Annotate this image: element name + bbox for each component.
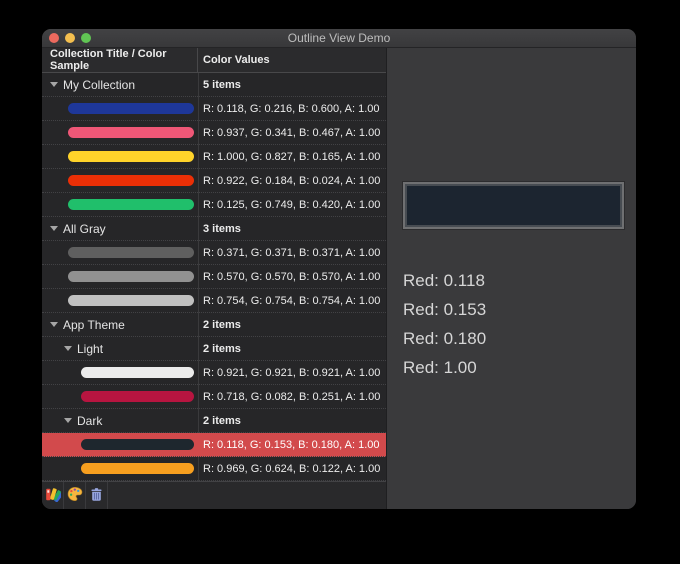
window-title: Outline View Demo	[42, 29, 636, 47]
palette-icon	[67, 486, 83, 505]
title-cell	[42, 361, 198, 384]
disclosure-triangle-icon[interactable]	[64, 418, 72, 423]
group-label: Light	[77, 342, 103, 356]
column-header-title[interactable]: Collection Title / Color Sample	[42, 48, 198, 72]
color-values-cell: R: 0.570, G: 0.570, B: 0.570, A: 1.00	[198, 271, 386, 283]
group-label: All Gray	[63, 222, 106, 236]
title-cell: All Gray	[42, 217, 198, 240]
color-swatch-pill	[68, 295, 194, 306]
title-cell	[42, 145, 198, 168]
color-values-cell: 2 items	[198, 319, 386, 331]
color-swatch-pill	[68, 199, 194, 210]
disclosure-triangle-icon[interactable]	[50, 82, 58, 87]
title-cell	[42, 241, 198, 264]
color-swatch-pill	[68, 151, 194, 162]
outline-color-row[interactable]: R: 0.922, G: 0.184, B: 0.024, A: 1.00	[42, 169, 386, 193]
color-swatch-pill	[81, 439, 194, 450]
outline-group-row[interactable]: App Theme 2 items	[42, 313, 386, 337]
title-cell	[42, 193, 198, 216]
outline-color-row[interactable]: R: 0.118, G: 0.153, B: 0.180, A: 1.00	[42, 433, 386, 457]
color-values-cell: 3 items	[198, 223, 386, 235]
color-values-cell: R: 0.118, G: 0.153, B: 0.180, A: 1.00	[198, 439, 386, 451]
disclosure-triangle-icon[interactable]	[64, 346, 72, 351]
column-header-values[interactable]: Color Values	[198, 48, 386, 72]
color-values-cell: R: 0.969, G: 0.624, B: 0.122, A: 1.00	[198, 463, 386, 475]
outline-color-row[interactable]: R: 0.969, G: 0.624, B: 0.122, A: 1.00	[42, 457, 386, 481]
group-label: App Theme	[63, 318, 125, 332]
disclosure-triangle-icon[interactable]	[50, 322, 58, 327]
color-swatch-pill	[68, 271, 194, 282]
split-view: Collection Title / Color Sample Color Va…	[42, 48, 636, 509]
color-swatch-pill	[68, 247, 194, 258]
outline-view-panel: Collection Title / Color Sample Color Va…	[42, 48, 387, 509]
title-cell	[42, 169, 198, 192]
outline-color-row[interactable]: R: 0.125, G: 0.749, B: 0.420, A: 1.00	[42, 193, 386, 217]
color-component-labels: Red: 0.118 Red: 0.153 Red: 0.180 Red: 1.…	[403, 266, 486, 382]
title-cell: My Collection	[42, 73, 198, 96]
color-swatch-pill	[81, 463, 194, 474]
alpha-value-label: Red: 1.00	[403, 353, 486, 382]
outline-color-row[interactable]: R: 0.371, G: 0.371, B: 0.371, A: 1.00	[42, 241, 386, 265]
outline-color-row[interactable]: R: 0.754, G: 0.754, B: 0.754, A: 1.00	[42, 289, 386, 313]
color-values-cell: R: 0.937, G: 0.341, B: 0.467, A: 1.00	[198, 127, 386, 139]
color-values-cell: 2 items	[198, 415, 386, 427]
outline-group-row[interactable]: Light 2 items	[42, 337, 386, 361]
delete-item-button[interactable]	[86, 482, 108, 509]
color-values-cell: R: 0.922, G: 0.184, B: 0.024, A: 1.00	[198, 175, 386, 187]
toolbar-spacer	[108, 482, 386, 509]
outline-rows: My Collection 5 items R: 0.118, G: 0.216, …	[42, 73, 386, 481]
title-cell	[42, 385, 198, 408]
title-cell	[42, 457, 198, 480]
color-swatch-pill	[68, 175, 194, 186]
color-swatch-pill	[68, 103, 194, 114]
title-cell	[42, 433, 198, 456]
outline-group-row[interactable]: My Collection 5 items	[42, 73, 386, 97]
detail-panel: Red: 0.118 Red: 0.153 Red: 0.180 Red: 1.…	[387, 48, 636, 509]
group-label: Dark	[77, 414, 102, 428]
outline-color-row[interactable]: R: 0.118, G: 0.216, B: 0.600, A: 1.00	[42, 97, 386, 121]
column-header: Collection Title / Color Sample Color Va…	[42, 48, 386, 73]
outline-color-row[interactable]: R: 0.921, G: 0.921, B: 0.921, A: 1.00	[42, 361, 386, 385]
title-cell: Dark	[42, 409, 198, 432]
title-cell	[42, 121, 198, 144]
color-values-cell: R: 0.118, G: 0.216, B: 0.600, A: 1.00	[198, 103, 386, 115]
color-swatch-pill	[68, 127, 194, 138]
bottom-toolbar	[42, 481, 386, 509]
color-values-cell: R: 0.371, G: 0.371, B: 0.371, A: 1.00	[198, 247, 386, 259]
title-cell	[42, 97, 198, 120]
title-cell	[42, 265, 198, 288]
title-cell: App Theme	[42, 313, 198, 336]
swatches-icon	[45, 486, 61, 505]
outline-color-row[interactable]: R: 0.937, G: 0.341, B: 0.467, A: 1.00	[42, 121, 386, 145]
outline-group-row[interactable]: All Gray 3 items	[42, 217, 386, 241]
color-swatch-pill	[81, 367, 194, 378]
color-values-cell: R: 0.125, G: 0.749, B: 0.420, A: 1.00	[198, 199, 386, 211]
color-values-cell: R: 0.754, G: 0.754, B: 0.754, A: 1.00	[198, 295, 386, 307]
color-values-cell: 2 items	[198, 343, 386, 355]
title-cell	[42, 289, 198, 312]
outline-color-row[interactable]: R: 1.000, G: 0.827, B: 0.165, A: 1.00	[42, 145, 386, 169]
color-values-cell: R: 1.000, G: 0.827, B: 0.165, A: 1.00	[198, 151, 386, 163]
outline-color-row[interactable]: R: 0.570, G: 0.570, B: 0.570, A: 1.00	[42, 265, 386, 289]
disclosure-triangle-icon[interactable]	[50, 226, 58, 231]
add-collection-button[interactable]	[42, 482, 64, 509]
group-label: My Collection	[63, 78, 135, 92]
color-values-cell: 5 items	[198, 79, 386, 91]
add-color-button[interactable]	[64, 482, 86, 509]
color-values-cell: R: 0.718, G: 0.082, B: 0.251, A: 1.00	[198, 391, 386, 403]
titlebar[interactable]: Outline View Demo	[42, 29, 636, 48]
window: Outline View Demo Collection Title / Col…	[42, 29, 636, 509]
title-cell: Light	[42, 337, 198, 360]
color-swatch-pill	[81, 391, 194, 402]
color-values-cell: R: 0.921, G: 0.921, B: 0.921, A: 1.00	[198, 367, 386, 379]
blue-value-label: Red: 0.180	[403, 324, 486, 353]
color-well[interactable]	[403, 182, 624, 229]
trash-icon	[89, 487, 104, 505]
outline-color-row[interactable]: R: 0.718, G: 0.082, B: 0.251, A: 1.00	[42, 385, 386, 409]
outline-group-row[interactable]: Dark 2 items	[42, 409, 386, 433]
red-value-label: Red: 0.118	[403, 266, 486, 295]
green-value-label: Red: 0.153	[403, 295, 486, 324]
